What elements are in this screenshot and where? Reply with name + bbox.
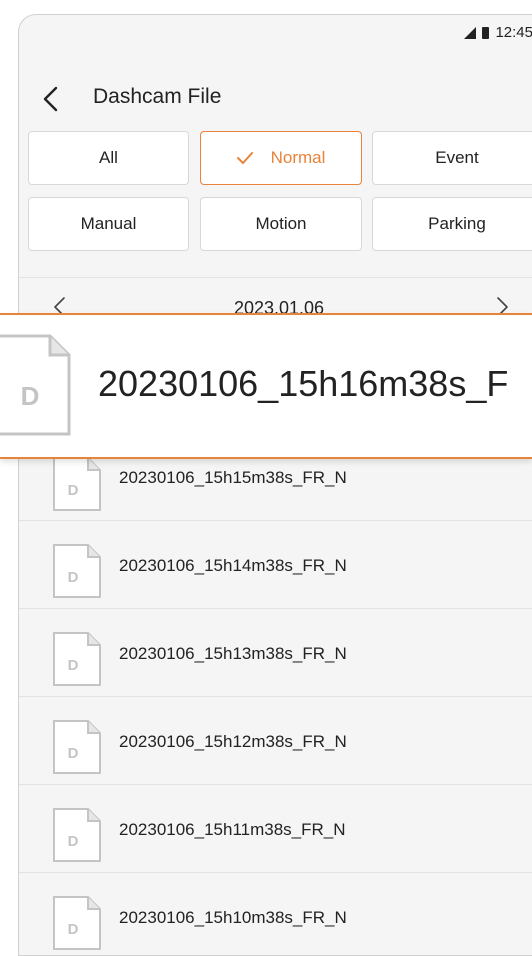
filter-label: Event bbox=[435, 148, 479, 167]
document-icon: D bbox=[0, 334, 71, 436]
file-name: 20230106_15h10m38s_FR_N bbox=[119, 908, 347, 927]
back-arrow-icon[interactable] bbox=[39, 85, 63, 113]
filter-normal-button[interactable]: Normal bbox=[200, 131, 362, 185]
file-list-item[interactable]: D 20230106_15h12m38s_FR_N bbox=[19, 697, 532, 785]
filter-grid: All Normal Event Manual Motion Parking bbox=[19, 131, 532, 277]
page-title: Dashcam File bbox=[93, 85, 222, 108]
file-type-letter: D bbox=[68, 833, 79, 850]
file-list-item[interactable]: D 20230106_15h13m38s_FR_N bbox=[19, 609, 532, 697]
document-icon: D bbox=[53, 720, 101, 774]
document-icon: D bbox=[53, 632, 101, 686]
battery-icon bbox=[482, 26, 490, 39]
filter-parking-button[interactable]: Parking bbox=[372, 197, 532, 251]
status-time: 12:45 bbox=[495, 24, 532, 41]
filter-all-button[interactable]: All bbox=[28, 131, 189, 185]
file-name: 20230106_15h11m38s_FR_N bbox=[119, 820, 346, 839]
file-name: 20230106_15h13m38s_FR_N bbox=[119, 644, 347, 663]
file-type-letter: D bbox=[68, 745, 79, 762]
highlighted-file-name: 20230106_15h16m38s_F bbox=[98, 363, 509, 404]
filter-label: All bbox=[99, 148, 118, 167]
file-name: 20230106_15h12m38s_FR_N bbox=[119, 732, 347, 751]
document-icon: D bbox=[53, 544, 101, 598]
filter-motion-button[interactable]: Motion bbox=[200, 197, 362, 251]
file-list-item[interactable]: D 20230106_15h10m38s_FR_N bbox=[19, 873, 532, 955]
file-type-letter: D bbox=[68, 921, 79, 938]
status-bar: 12:45 bbox=[19, 15, 532, 51]
status-right: 12:45 bbox=[464, 24, 532, 41]
check-icon bbox=[236, 152, 253, 164]
filter-label: Motion bbox=[255, 214, 307, 233]
filter-manual-button[interactable]: Manual bbox=[28, 197, 189, 251]
header: Dashcam File bbox=[19, 59, 532, 135]
file-list-item[interactable]: D 20230106_15h11m38s_FR_N bbox=[19, 785, 532, 873]
file-list-item[interactable]: D 20230106_15h14m38s_FR_N bbox=[19, 521, 532, 609]
file-type-letter: D bbox=[68, 482, 79, 499]
signal-icon bbox=[464, 26, 477, 39]
filter-label: Manual bbox=[80, 214, 137, 233]
file-name: 20230106_15h15m38s_FR_N bbox=[119, 468, 347, 487]
highlighted-file-item[interactable]: D 20230106_15h16m38s_F bbox=[0, 313, 532, 459]
document-icon: D bbox=[53, 808, 101, 862]
app-screen: 12:45 Dashcam File All Normal Event Manu… bbox=[18, 14, 532, 956]
file-name: 20230106_15h14m38s_FR_N bbox=[119, 556, 347, 575]
file-list-item[interactable]: D 20230106_15h15m38s_FR_N bbox=[19, 457, 532, 521]
filter-label: Parking bbox=[428, 214, 486, 233]
file-type-letter: D bbox=[21, 381, 40, 411]
file-type-letter: D bbox=[68, 657, 79, 674]
file-list: D 20230106_15h15m38s_FR_N D 20230106_15h… bbox=[19, 457, 532, 955]
filter-event-button[interactable]: Event bbox=[372, 131, 532, 185]
document-icon: D bbox=[53, 896, 101, 950]
document-icon: D bbox=[53, 457, 101, 511]
filter-label: Normal bbox=[270, 148, 326, 167]
file-type-letter: D bbox=[68, 569, 79, 586]
